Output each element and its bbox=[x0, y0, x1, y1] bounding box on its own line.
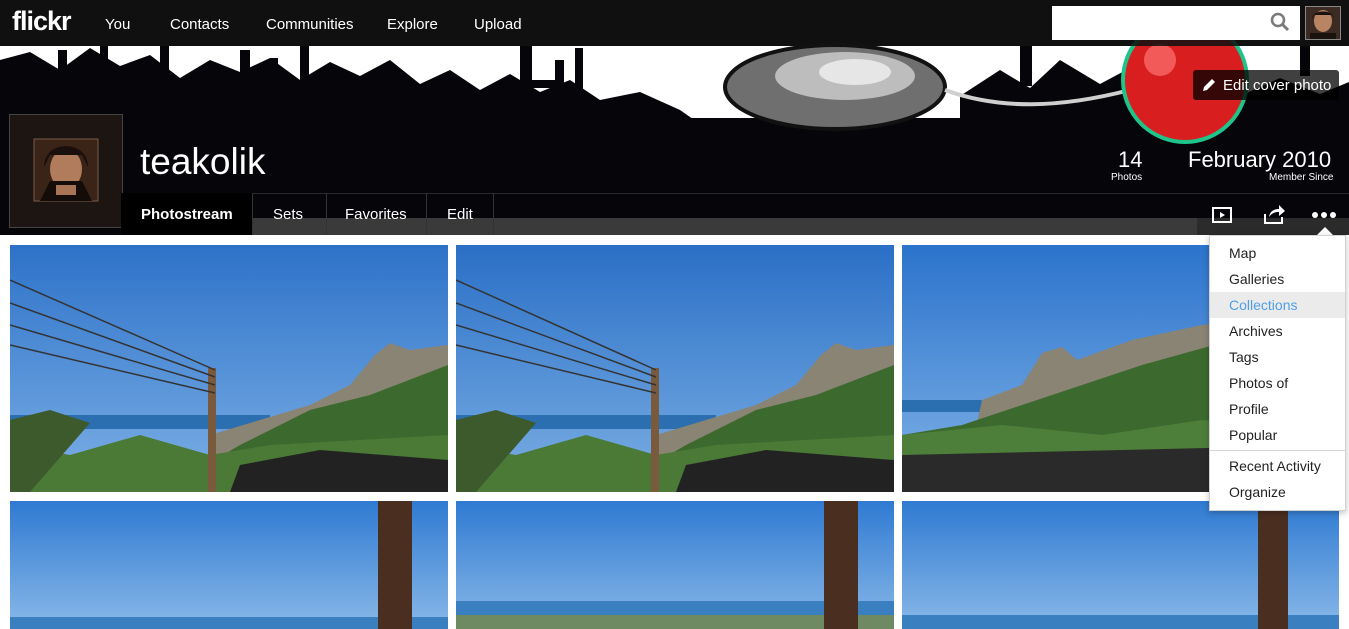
menu-item-map[interactable]: Map bbox=[1210, 240, 1345, 266]
pencil-icon bbox=[1203, 79, 1215, 91]
photo-tile[interactable] bbox=[902, 501, 1339, 629]
profile-avatar[interactable] bbox=[9, 114, 123, 228]
more-icon[interactable] bbox=[1310, 202, 1338, 228]
nav-explore[interactable]: Explore bbox=[387, 16, 438, 33]
slideshow-icon[interactable] bbox=[1209, 202, 1237, 228]
tab-photostream[interactable]: Photostream bbox=[121, 193, 252, 235]
more-menu: Map Galleries Collections Archives Tags … bbox=[1209, 235, 1346, 511]
tab-favorites-label: Favorites bbox=[345, 206, 407, 223]
menu-item-recent-activity[interactable]: Recent Activity bbox=[1210, 453, 1345, 479]
menu-item-tags[interactable]: Tags bbox=[1210, 344, 1345, 370]
photo-tile[interactable] bbox=[10, 245, 448, 492]
menu-item-label: Tags bbox=[1229, 349, 1259, 365]
tab-edit-label: Edit bbox=[447, 206, 473, 223]
profile-username: teakolik bbox=[140, 141, 266, 182]
menu-item-label: Photos of bbox=[1229, 375, 1289, 391]
share-icon[interactable] bbox=[1260, 202, 1288, 228]
photo-tile[interactable] bbox=[456, 501, 894, 629]
tab-sets[interactable]: Sets bbox=[252, 193, 327, 235]
member-since-date: February 2010 bbox=[1188, 147, 1332, 172]
user-avatar[interactable] bbox=[1305, 6, 1341, 40]
tab-sets-label: Sets bbox=[273, 206, 304, 223]
search-input[interactable] bbox=[1052, 6, 1300, 40]
menu-divider bbox=[1210, 450, 1345, 451]
menu-item-label: Recent Activity bbox=[1229, 458, 1321, 474]
tab-edit[interactable]: Edit bbox=[426, 193, 494, 235]
menu-item-popular[interactable]: Popular bbox=[1210, 422, 1345, 448]
member-since-label: Member Since bbox=[1269, 172, 1334, 183]
menu-item-label: Collections bbox=[1229, 297, 1298, 313]
tab-photostream-label: Photostream bbox=[141, 206, 233, 223]
menu-item-label: Popular bbox=[1229, 427, 1278, 443]
menu-item-archives[interactable]: Archives bbox=[1210, 318, 1345, 344]
menu-item-label: Archives bbox=[1229, 323, 1283, 339]
photo-landscape bbox=[456, 245, 894, 492]
photo-landscape bbox=[10, 245, 448, 492]
menu-item-galleries[interactable]: Galleries bbox=[1210, 266, 1345, 292]
search-icon[interactable] bbox=[1270, 12, 1290, 32]
photo-seaview bbox=[456, 501, 894, 629]
menu-item-photos-of[interactable]: Photos of bbox=[1210, 370, 1345, 396]
menu-item-label: Map bbox=[1229, 245, 1257, 261]
nav-contacts[interactable]: Contacts bbox=[170, 16, 229, 33]
nav-communities[interactable]: Communities bbox=[266, 16, 354, 33]
photo-seaview bbox=[10, 501, 448, 629]
photos-count: 14 bbox=[1118, 147, 1143, 172]
global-nav: flickr You Contacts Communities Explore … bbox=[0, 0, 1349, 46]
menu-item-label: Profile bbox=[1229, 401, 1269, 417]
menu-item-profile[interactable]: Profile bbox=[1210, 396, 1345, 422]
menu-item-label: Organize bbox=[1229, 484, 1286, 500]
photo-seaview bbox=[902, 501, 1339, 629]
photos-label: Photos bbox=[1111, 172, 1143, 183]
menu-item-organize[interactable]: Organize bbox=[1210, 479, 1345, 505]
menu-item-collections[interactable]: Collections bbox=[1210, 292, 1345, 318]
edit-cover-button[interactable]: Edit cover photo bbox=[1193, 70, 1339, 100]
edit-cover-label: Edit cover photo bbox=[1223, 77, 1332, 94]
nav-upload[interactable]: Upload bbox=[474, 16, 522, 33]
menu-item-label: Galleries bbox=[1229, 271, 1285, 287]
photo-tile[interactable] bbox=[10, 501, 448, 629]
flickr-logo[interactable]: flickr bbox=[12, 6, 72, 37]
nav-you[interactable]: You bbox=[105, 16, 130, 33]
tab-favorites[interactable]: Favorites bbox=[326, 193, 427, 235]
photo-tile[interactable] bbox=[456, 245, 894, 492]
